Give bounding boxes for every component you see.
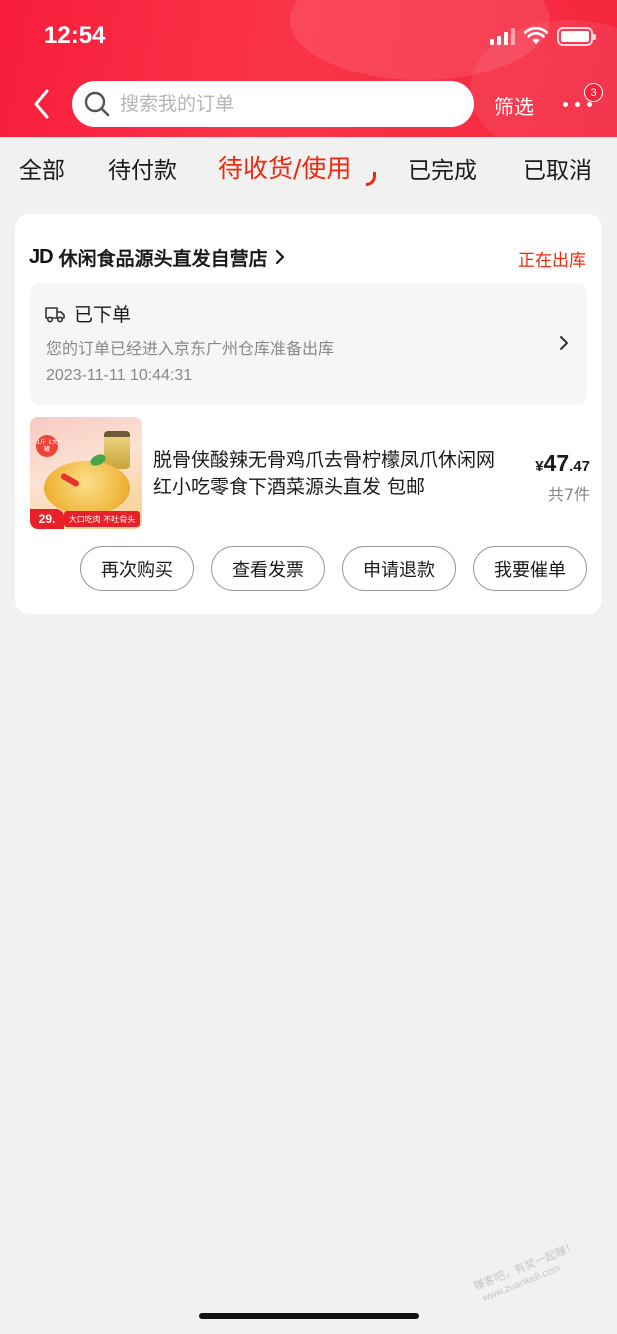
chevron-right-icon [275,249,284,265]
nav-bar: 筛选 3 [0,78,617,130]
logistics-description: 您的订单已经进入京东广州仓库准备出库 [46,339,335,358]
search-input[interactable] [120,93,440,115]
search-bar[interactable] [72,81,474,127]
product-bowl-graphic [44,461,130,515]
product-jar-graphic [104,431,130,469]
more-icon [563,102,592,107]
cellular-signal-icon [490,27,515,45]
thumb-price-label: 29. [30,509,64,529]
logistics-time: 2023-11-11 10:44:31 [46,367,193,384]
request-refund-button[interactable]: 申请退款 [342,546,456,591]
status-icons [490,25,596,47]
tab-all[interactable]: 全部 [19,151,65,185]
more-menu-button[interactable]: 3 [561,83,603,120]
home-indicator[interactable] [199,1313,419,1319]
chevron-right-icon [560,336,568,350]
filter-button[interactable]: 筛选 [494,91,534,120]
shop-header[interactable]: JD 休闲食品源头直发自营店 [29,242,286,272]
view-invoice-button[interactable]: 查看发票 [211,546,325,591]
logistics-title: 已下单 [74,304,132,326]
order-actions: 再次购买 查看发票 申请退款 我要催单 [15,546,602,592]
delivery-truck-icon [45,306,65,323]
tab-completed[interactable]: 已完成 [408,151,477,185]
tab-pending-receipt[interactable]: 待收货/使用 [218,149,351,185]
tab-pending-payment[interactable]: 待付款 [108,151,177,185]
notification-badge: 3 [584,83,603,102]
status-bar: 12:54 [0,0,617,72]
status-time: 12:54 [44,22,106,49]
product-title: 脱骨侠酸辣无骨鸡爪去骨柠檬凤爪休闲网红小吃零食下酒菜源头直发 包邮 [153,449,496,498]
price-currency: ¥ [535,458,544,475]
thumb-slogan: 大口吃肉 不吐骨头 [64,511,140,527]
product-price: ¥47.47 [535,450,590,477]
price-decimal: .47 [569,458,590,475]
header: 12:54 筛选 3 [0,0,617,137]
product-item[interactable]: 1斤 1大罐 29. 大口吃肉 不吐骨头 脱骨侠酸辣无骨鸡爪去骨柠檬凤爪休闲网红… [30,417,590,529]
shop-name: 休闲食品源头直发自营店 [58,247,268,270]
product-quantity: 共7件 [547,485,590,504]
urge-order-button[interactable]: 我要催单 [473,546,587,591]
back-arrow-icon[interactable] [28,86,58,122]
logistics-title-row: 已下单 [44,300,131,327]
product-thumbnail[interactable]: 1斤 1大罐 29. 大口吃肉 不吐骨头 [30,417,142,529]
price-integer: 47 [543,450,570,476]
order-tabs: 全部 待付款 待收货/使用 已完成 已取消 [0,137,617,199]
logistics-panel[interactable]: 已下单 您的订单已经进入京东广州仓库准备出库 2023-11-11 10:44:… [30,283,587,405]
wifi-icon [524,27,548,44]
tab-cancelled[interactable]: 已取消 [523,151,592,185]
jd-logo: JD [29,245,54,268]
battery-icon [557,26,596,46]
search-icon [84,91,110,117]
order-card[interactable]: JD 休闲食品源头直发自营店 正在出库 已下单 您的订单已经进入京东广州仓库准备… [15,214,602,614]
thumb-weight-label: 1斤 1大罐 [36,435,58,457]
order-status: 正在出库 [518,251,586,271]
rebuy-button[interactable]: 再次购买 [80,546,194,591]
